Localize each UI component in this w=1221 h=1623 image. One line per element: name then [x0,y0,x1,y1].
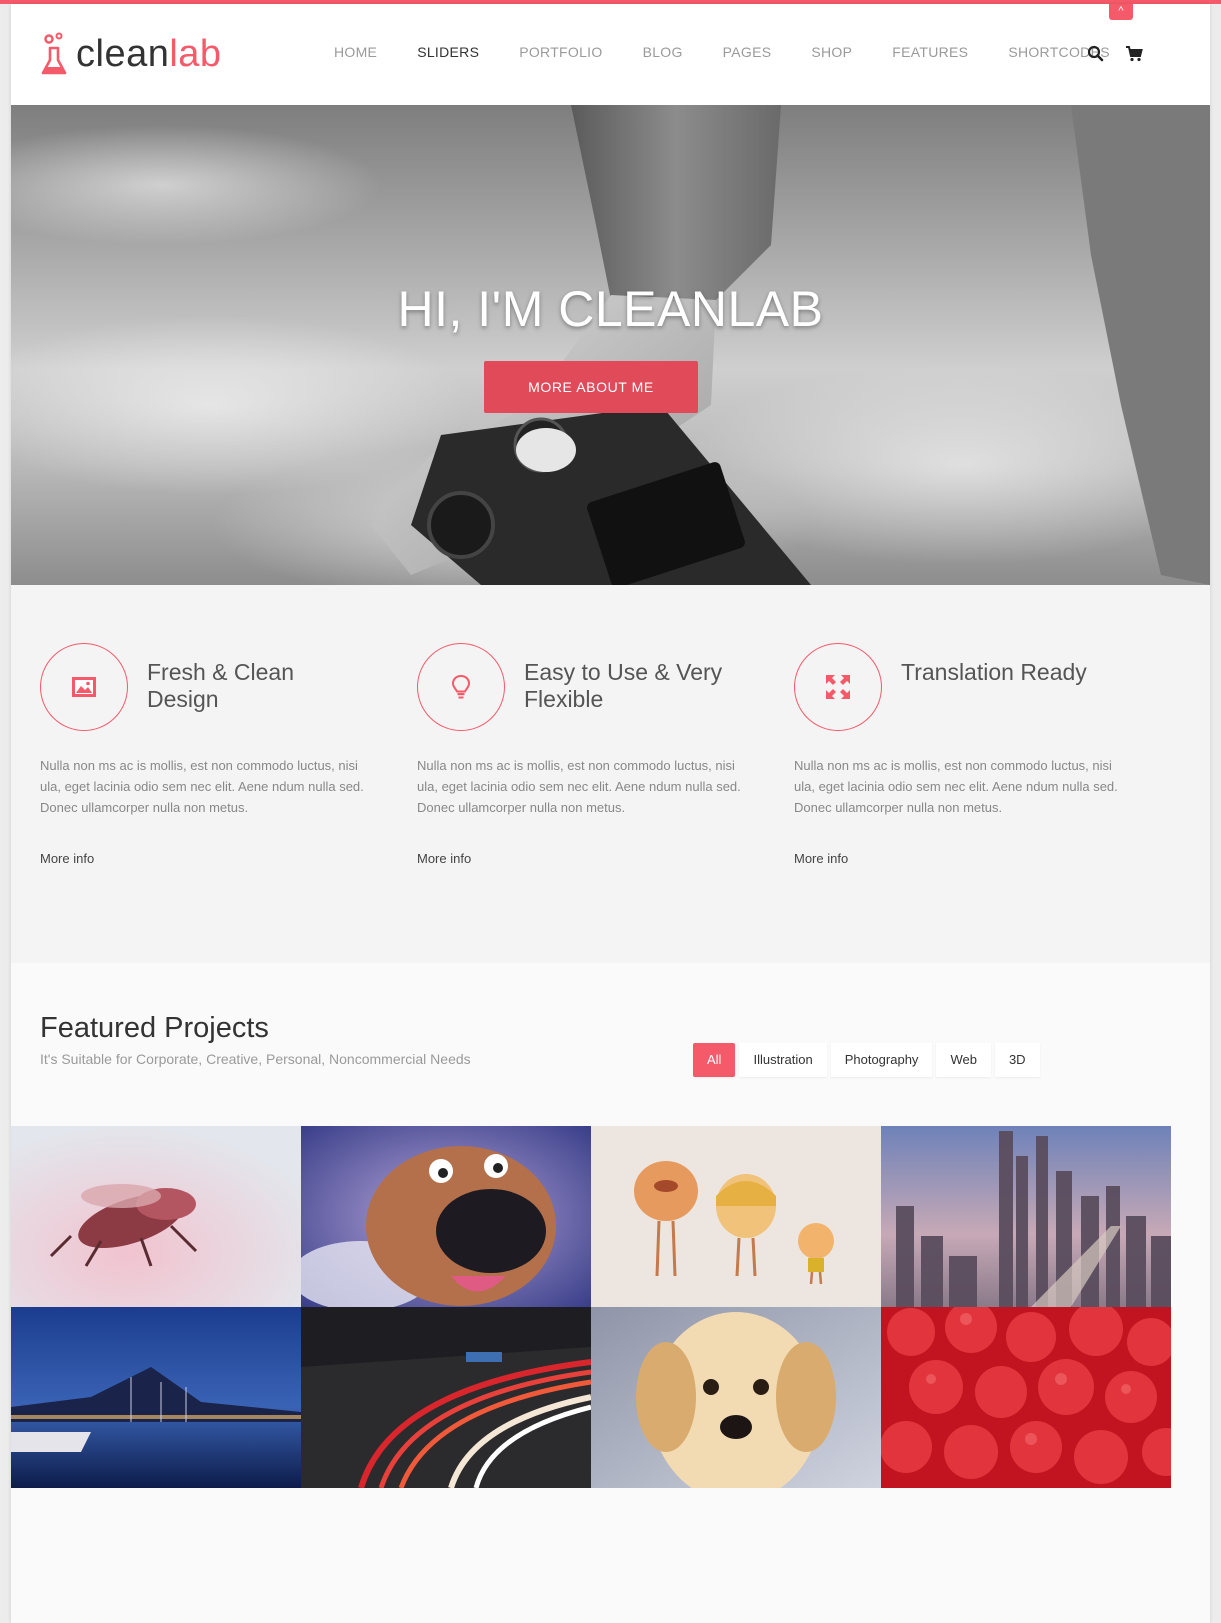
chevron-up-icon: ^ [1118,5,1124,17]
section-subtitle: It's Suitable for Corporate, Creative, P… [40,1051,471,1067]
feature-text: Nulla non ms ac is mollis, est non commo… [40,758,364,815]
filter-photography[interactable]: Photography [830,1043,933,1077]
feature-title: Fresh & Clean Design [147,659,295,712]
cartoon-dog-image [301,1126,591,1307]
logo-text: cleanlab [76,33,222,76]
site-header: cleanlab HOME SLIDERS PORTFOLIO BLOG PAG… [11,4,1210,105]
logo-text-main: clean [76,32,170,75]
search-icon[interactable] [1086,44,1106,64]
fly-illustration-image [11,1126,301,1307]
nav-item-sliders[interactable]: SLIDERS [417,44,479,60]
hero-background-photo [11,105,1210,585]
portfolio-filters: All Illustration Photography Web 3D [693,1043,1044,1077]
logo[interactable]: cleanlab [40,32,222,76]
portfolio-grid [11,1126,1210,1488]
image-icon [72,677,96,697]
filter-web[interactable]: Web [936,1043,991,1077]
puppy-image [591,1307,881,1488]
portfolio-item-light-trails[interactable] [301,1307,591,1488]
lightbulb-icon [451,674,471,699]
logo-text-accent: lab [169,32,222,75]
portfolio-item-puppy[interactable] [591,1307,881,1488]
hero-slider: HI, I'M CLEANLAB MORE ABOUT ME [11,105,1210,585]
feature-text: Nulla non ms ac is mollis, est non commo… [417,758,741,815]
portfolio-item-city[interactable] [881,1126,1171,1307]
portfolio-item-toys[interactable] [591,1126,881,1307]
filter-illustration[interactable]: Illustration [739,1043,827,1077]
nav-item-shop[interactable]: SHOP [811,44,852,60]
feature-icon-circle [417,643,505,731]
filter-3d[interactable]: 3D [994,1043,1040,1077]
scroll-to-top-button[interactable]: ^ [1109,4,1133,20]
portfolio-item-dog-cartoon[interactable] [301,1126,591,1307]
more-info-link[interactable]: More info [417,851,471,866]
hero-title: HI, I'M CLEANLAB [397,281,824,337]
flask-logo-icon [41,32,67,75]
section-title: Featured Projects [40,1012,269,1044]
nav-item-home[interactable]: HOME [334,44,377,60]
nav-item-pages[interactable]: PAGES [723,44,772,60]
portfolio-item-marina[interactable] [11,1307,301,1488]
city-skyline-image [881,1126,1171,1307]
filter-all[interactable]: All [693,1043,736,1077]
feature-icon-circle [40,643,128,731]
nav-item-features[interactable]: FEATURES [892,44,968,60]
toy-characters-image [591,1126,881,1307]
more-info-link[interactable]: More info [794,851,848,866]
expand-arrows-icon [826,675,850,699]
portfolio-item-fly[interactable] [11,1126,301,1307]
light-trails-image [301,1307,591,1488]
raspberries-image [881,1307,1171,1488]
nav-item-blog[interactable]: BLOG [643,44,683,60]
feature-title: Easy to Use & Very Flexible [524,659,723,712]
feature-text: Nulla non ms ac is mollis, est non commo… [794,758,1118,815]
more-about-me-button[interactable]: MORE ABOUT ME [484,361,698,413]
featured-projects-header: Featured Projects It's Suitable for Corp… [11,963,1210,1126]
feature-icon-circle [794,643,882,731]
page-container: cleanlab HOME SLIDERS PORTFOLIO BLOG PAG… [11,4,1210,1623]
main-nav: HOME SLIDERS PORTFOLIO BLOG PAGES SHOP F… [334,44,1150,60]
marina-night-image [11,1307,301,1488]
nav-item-portfolio[interactable]: PORTFOLIO [519,44,602,60]
portfolio-item-raspberries[interactable] [881,1307,1171,1488]
features-section: Fresh & Clean Design Nulla non ms ac is … [11,585,1210,963]
feature-title: Translation Ready [901,659,1087,685]
more-info-link[interactable]: More info [40,851,94,866]
cart-icon[interactable] [1124,44,1144,64]
